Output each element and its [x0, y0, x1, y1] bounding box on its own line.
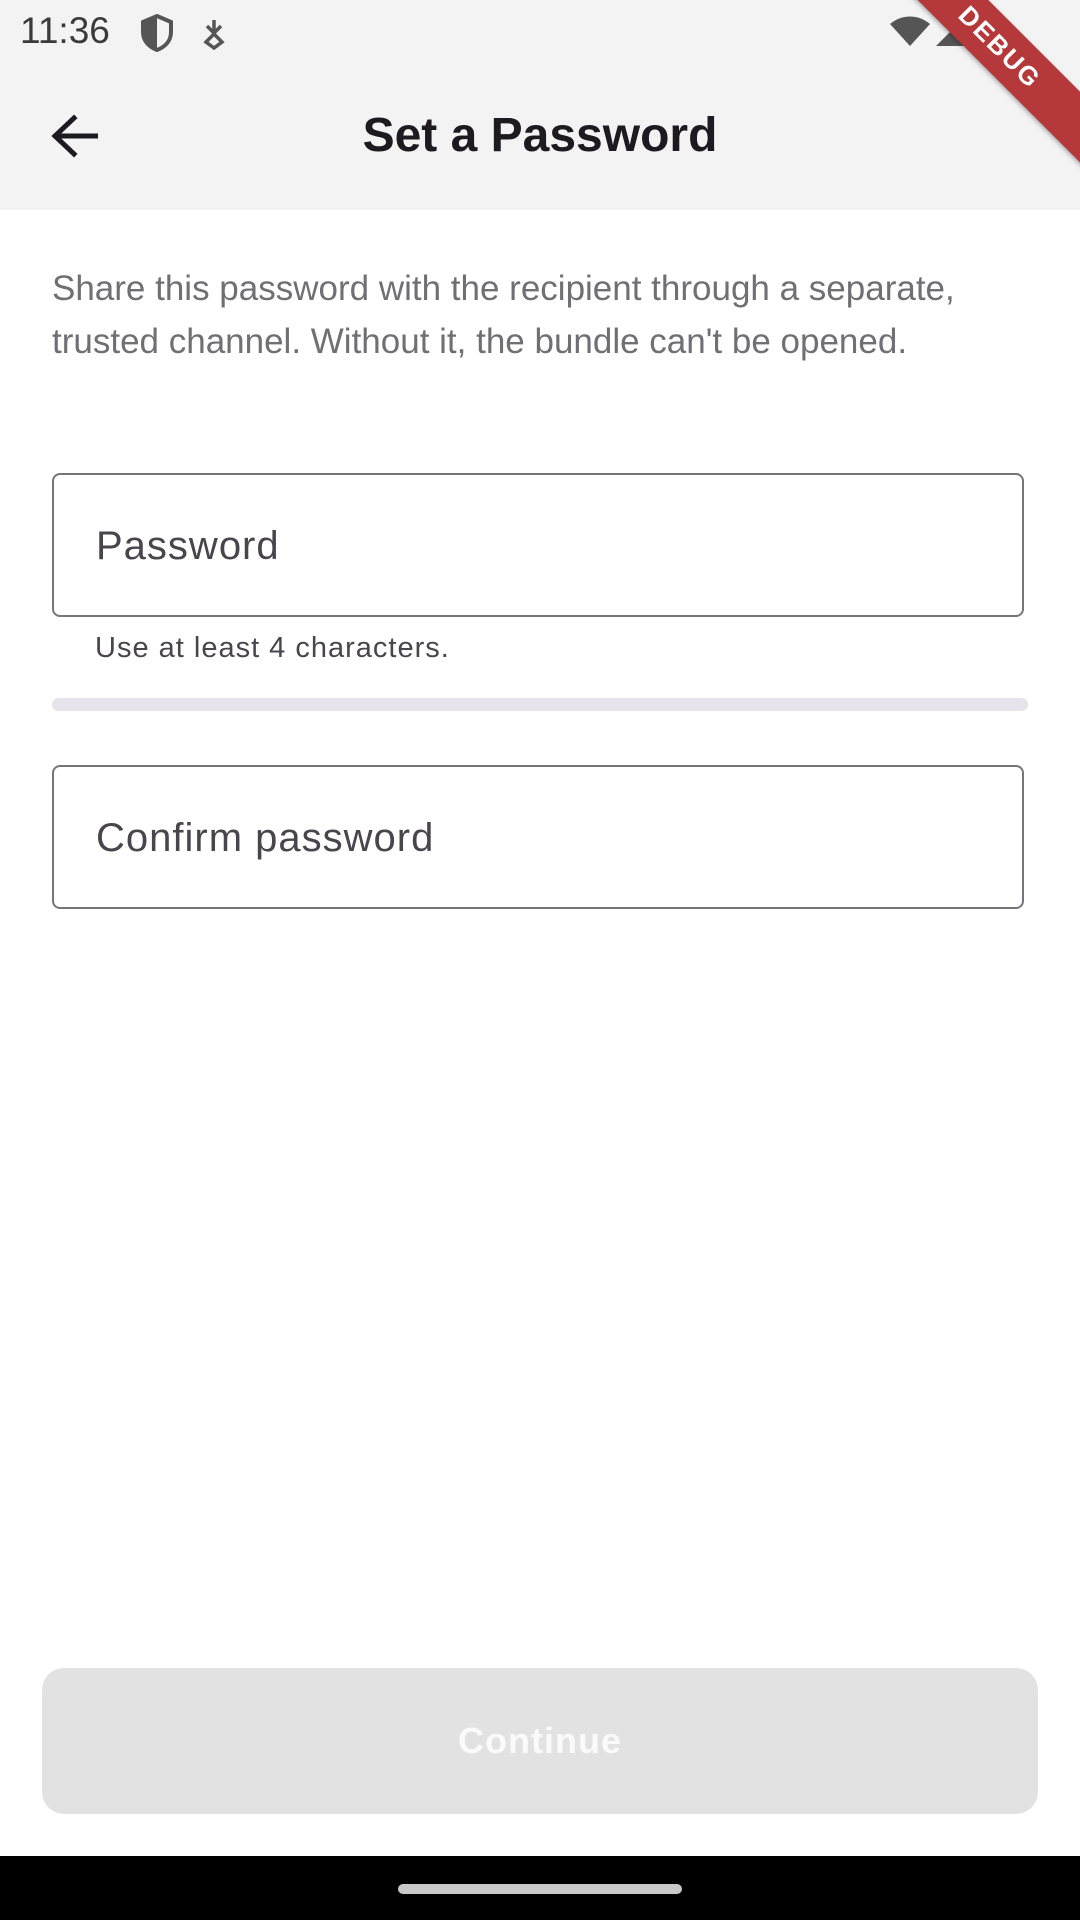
- navigation-bar: [0, 1856, 1080, 1920]
- password-input[interactable]: [94, 475, 978, 617]
- app-bar: Set a Password: [0, 64, 1080, 210]
- page-title: Set a Password: [362, 109, 718, 162]
- confirm-password-input[interactable]: [94, 767, 978, 909]
- home-indicator[interactable]: [398, 1884, 682, 1894]
- wifi-icon: [888, 16, 932, 53]
- password-strength-meter: [52, 698, 1028, 711]
- password-field[interactable]: [52, 473, 1024, 617]
- status-time: 11:36: [20, 10, 110, 51]
- password-helper-text: Use at least 4 characters.: [95, 632, 450, 664]
- download-icon: [202, 18, 226, 55]
- status-bar: 11:36: [0, 0, 1080, 64]
- confirm-password-field[interactable]: [52, 765, 1024, 909]
- description-text: Share this password with the recipient t…: [52, 269, 955, 361]
- shield-icon: [140, 13, 174, 57]
- continue-button[interactable]: Continue: [42, 1668, 1038, 1814]
